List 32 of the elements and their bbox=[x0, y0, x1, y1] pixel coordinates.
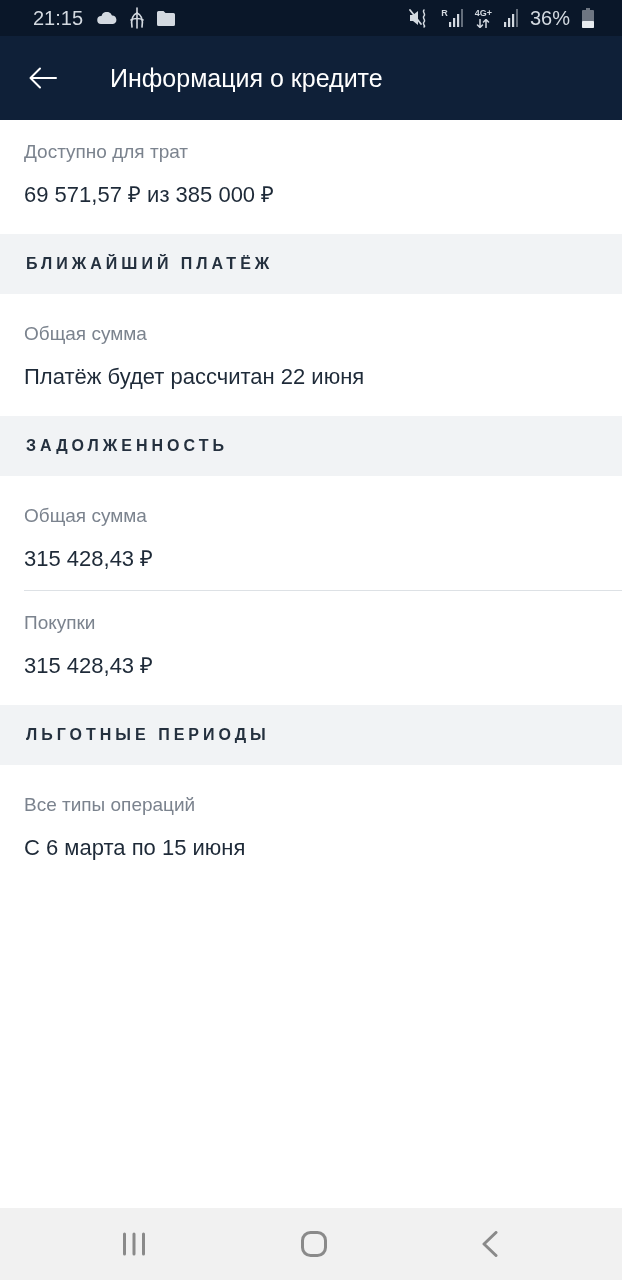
field-value: Платёж будет рассчитан 22 июня bbox=[24, 363, 365, 391]
recents-icon bbox=[122, 1232, 146, 1256]
status-time: 21:15 bbox=[33, 6, 84, 30]
section-header: ЛЬГОТНЫЕ ПЕРИОДЫ bbox=[0, 705, 622, 765]
field-value: 69 571,57 ₽ из 385 000 ₽ bbox=[24, 181, 275, 209]
field-label: Общая сумма bbox=[24, 322, 147, 346]
home-icon bbox=[301, 1231, 327, 1257]
field-label: Общая сумма bbox=[24, 504, 147, 528]
battery-icon bbox=[582, 8, 594, 28]
roaming-mark: R bbox=[441, 9, 448, 18]
screen-title: Информация о кредите bbox=[110, 63, 383, 93]
data-arrows-icon bbox=[476, 18, 491, 28]
field-label: Покупки bbox=[24, 611, 96, 635]
field-label: Все типы операций bbox=[24, 793, 196, 817]
cloud-icon bbox=[97, 12, 118, 24]
back-nav-button[interactable] bbox=[482, 1231, 498, 1257]
field-value: С 6 марта по 15 июня bbox=[24, 834, 246, 862]
home-button[interactable] bbox=[301, 1231, 327, 1257]
recents-button[interactable] bbox=[122, 1232, 146, 1256]
back-arrow-icon bbox=[29, 67, 57, 89]
field-value: 315 428,43 ₽ bbox=[24, 545, 154, 573]
tower-icon bbox=[129, 7, 146, 29]
section-header: ЗАДОЛЖЕННОСТЬ bbox=[0, 416, 622, 476]
folder-icon bbox=[157, 10, 176, 26]
signal-icon bbox=[503, 9, 518, 27]
battery-percent: 36% bbox=[529, 6, 570, 30]
field-label: Доступно для трат bbox=[24, 140, 189, 164]
network-type: 4G+ bbox=[474, 8, 492, 18]
section-header: БЛИЖАЙШИЙ ПЛАТЁЖ bbox=[0, 234, 622, 294]
field-value: 315 428,43 ₽ bbox=[24, 652, 154, 680]
back-chevron-icon bbox=[482, 1231, 498, 1257]
signal-icon bbox=[448, 9, 463, 27]
